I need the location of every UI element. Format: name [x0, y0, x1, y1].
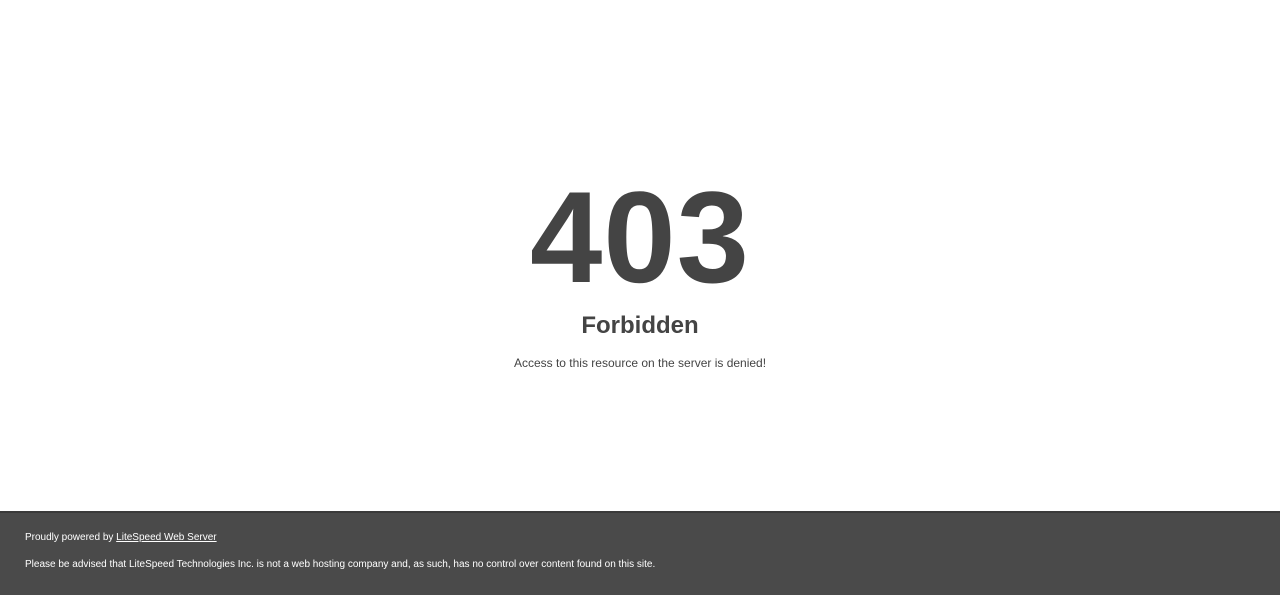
- litespeed-link[interactable]: LiteSpeed Web Server: [116, 532, 216, 543]
- powered-by-prefix: Proudly powered by: [25, 532, 117, 543]
- error-code: 403: [530, 164, 750, 310]
- error-title: Forbidden: [581, 312, 699, 339]
- error-message: Access to this resource on the server is…: [513, 356, 767, 370]
- footer: Proudly powered by LiteSpeed Web Server …: [0, 511, 1280, 595]
- main-content: 403 Forbidden Access to this resource on…: [0, 0, 1280, 511]
- footer-disclaimer: Please be advised that LiteSpeed Technol…: [25, 559, 656, 570]
- powered-by-line: Proudly powered by LiteSpeed Web Server: [25, 531, 217, 545]
